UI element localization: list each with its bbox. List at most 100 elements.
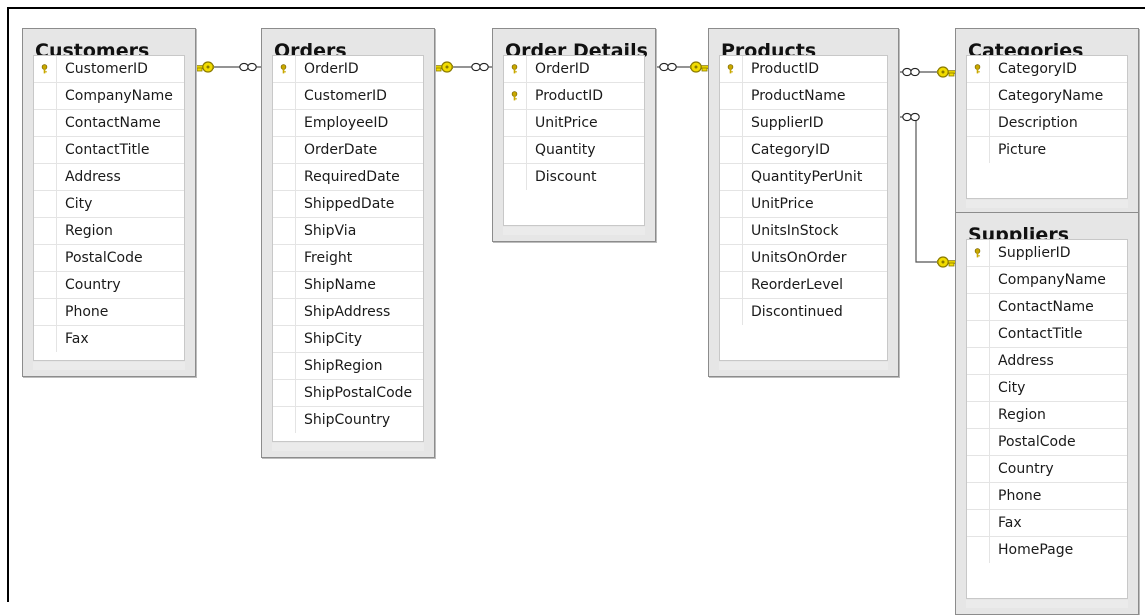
column-row[interactable]: Picture (967, 137, 1127, 164)
column-row[interactable]: RequiredDate (273, 164, 423, 191)
row-selector-cell (967, 110, 990, 136)
column-row[interactable]: Region (967, 402, 1127, 429)
table-order-details[interactable]: Order Details OrderID ProductID UnitPrice Qu… (492, 28, 656, 242)
column-row[interactable]: UnitsOnOrder (720, 245, 887, 272)
column-list: CustomerID CompanyName ContactName ContactT… (33, 55, 185, 361)
column-row[interactable]: ShipCity (273, 326, 423, 353)
column-row[interactable]: ShipPostalCode (273, 380, 423, 407)
column-name: ReorderLevel (751, 277, 843, 293)
column-row[interactable]: Freight (273, 245, 423, 272)
column-row[interactable]: ShipRegion (273, 353, 423, 380)
table-customers[interactable]: Customers CustomerID CompanyName ContactNam… (22, 28, 196, 377)
column-row[interactable]: UnitPrice (504, 110, 644, 137)
column-row[interactable]: Fax (34, 326, 184, 353)
row-selector-cell (273, 326, 296, 352)
column-row[interactable]: Address (967, 348, 1127, 375)
column-row[interactable]: ContactTitle (34, 137, 184, 164)
column-row[interactable]: Fax (967, 510, 1127, 537)
column-row[interactable]: Phone (34, 299, 184, 326)
column-name: Country (998, 461, 1054, 477)
column-row[interactable]: Quantity (504, 137, 644, 164)
row-selector-cell (504, 56, 527, 82)
column-row[interactable]: ProductID (720, 56, 887, 83)
row-selector-cell (720, 164, 743, 190)
column-row[interactable]: CompanyName (34, 83, 184, 110)
column-name: Region (998, 407, 1046, 423)
column-name: ShipVia (304, 223, 357, 239)
column-name: CompanyName (65, 88, 173, 104)
column-row[interactable]: HomePage (967, 537, 1127, 564)
column-row[interactable]: Region (34, 218, 184, 245)
column-row[interactable]: Address (34, 164, 184, 191)
column-name: Description (998, 115, 1078, 131)
table-categories[interactable]: Categories CategoryID CategoryName Descript… (955, 28, 1139, 215)
column-row[interactable]: UnitsInStock (720, 218, 887, 245)
column-row[interactable]: Phone (967, 483, 1127, 510)
column-row[interactable]: ShipCountry (273, 407, 423, 434)
column-row[interactable]: ProductID (504, 83, 644, 110)
column-row[interactable]: CompanyName (967, 267, 1127, 294)
column-row[interactable]: CategoryName (967, 83, 1127, 110)
column-name: Phone (65, 304, 109, 320)
column-row[interactable]: City (34, 191, 184, 218)
column-row[interactable]: OrderID (273, 56, 423, 83)
row-selector-cell (34, 218, 57, 244)
column-row[interactable]: CustomerID (34, 56, 184, 83)
row-selector-cell (34, 137, 57, 163)
column-row[interactable]: Description (967, 110, 1127, 137)
column-row[interactable]: CategoryID (967, 56, 1127, 83)
column-name: Country (65, 277, 121, 293)
column-name: Address (65, 169, 121, 185)
row-selector-cell (34, 83, 57, 109)
row-selector-cell (273, 380, 296, 406)
column-row[interactable]: SupplierID (967, 240, 1127, 267)
column-name: ContactTitle (65, 142, 150, 158)
column-row[interactable]: PostalCode (34, 245, 184, 272)
row-selector-cell (967, 321, 990, 347)
column-row[interactable]: ShippedDate (273, 191, 423, 218)
table-orders[interactable]: Orders OrderID CustomerID EmployeeID OrderDa… (261, 28, 435, 458)
table-suppliers[interactable]: Suppliers SupplierID CompanyName ContactNam… (955, 212, 1139, 615)
column-row[interactable]: UnitPrice (720, 191, 887, 218)
column-row[interactable]: City (967, 375, 1127, 402)
column-name: Freight (304, 250, 353, 266)
column-row[interactable]: CategoryID (720, 137, 887, 164)
column-row[interactable]: SupplierID (720, 110, 887, 137)
row-selector-cell (967, 456, 990, 482)
row-selector-cell (720, 56, 743, 82)
column-row[interactable]: CustomerID (273, 83, 423, 110)
table-footer-strip (272, 443, 424, 451)
column-row[interactable]: ReorderLevel (720, 272, 887, 299)
row-selector-cell (34, 56, 57, 82)
column-row[interactable]: ShipVia (273, 218, 423, 245)
column-name: City (65, 196, 93, 212)
column-row[interactable]: OrderID (504, 56, 644, 83)
column-row[interactable]: ContactTitle (967, 321, 1127, 348)
column-name: Phone (998, 488, 1042, 504)
column-row[interactable]: ShipAddress (273, 299, 423, 326)
column-row[interactable]: Country (967, 456, 1127, 483)
column-name: ProductID (535, 88, 604, 104)
column-row[interactable]: ProductName (720, 83, 887, 110)
column-row[interactable]: Country (34, 272, 184, 299)
column-row[interactable]: ContactName (34, 110, 184, 137)
column-row[interactable]: ShipName (273, 272, 423, 299)
column-name: ProductName (751, 88, 846, 104)
column-row[interactable]: EmployeeID (273, 110, 423, 137)
primary-key-icon (280, 64, 287, 74)
column-row[interactable]: QuantityPerUnit (720, 164, 887, 191)
table-products[interactable]: Products ProductID ProductName SupplierID Ca… (708, 28, 899, 377)
column-row[interactable]: ContactName (967, 294, 1127, 321)
row-selector-cell (967, 348, 990, 374)
column-name: CategoryName (998, 88, 1104, 104)
row-selector-cell (720, 191, 743, 217)
row-selector-cell (720, 299, 743, 325)
table-footer-strip (503, 227, 645, 235)
column-row[interactable]: Discount (504, 164, 644, 191)
column-name: EmployeeID (304, 115, 389, 131)
column-row[interactable]: Discontinued (720, 299, 887, 326)
row-selector-cell (273, 110, 296, 136)
column-row[interactable]: PostalCode (967, 429, 1127, 456)
column-row[interactable]: OrderDate (273, 137, 423, 164)
column-name: CustomerID (304, 88, 387, 104)
